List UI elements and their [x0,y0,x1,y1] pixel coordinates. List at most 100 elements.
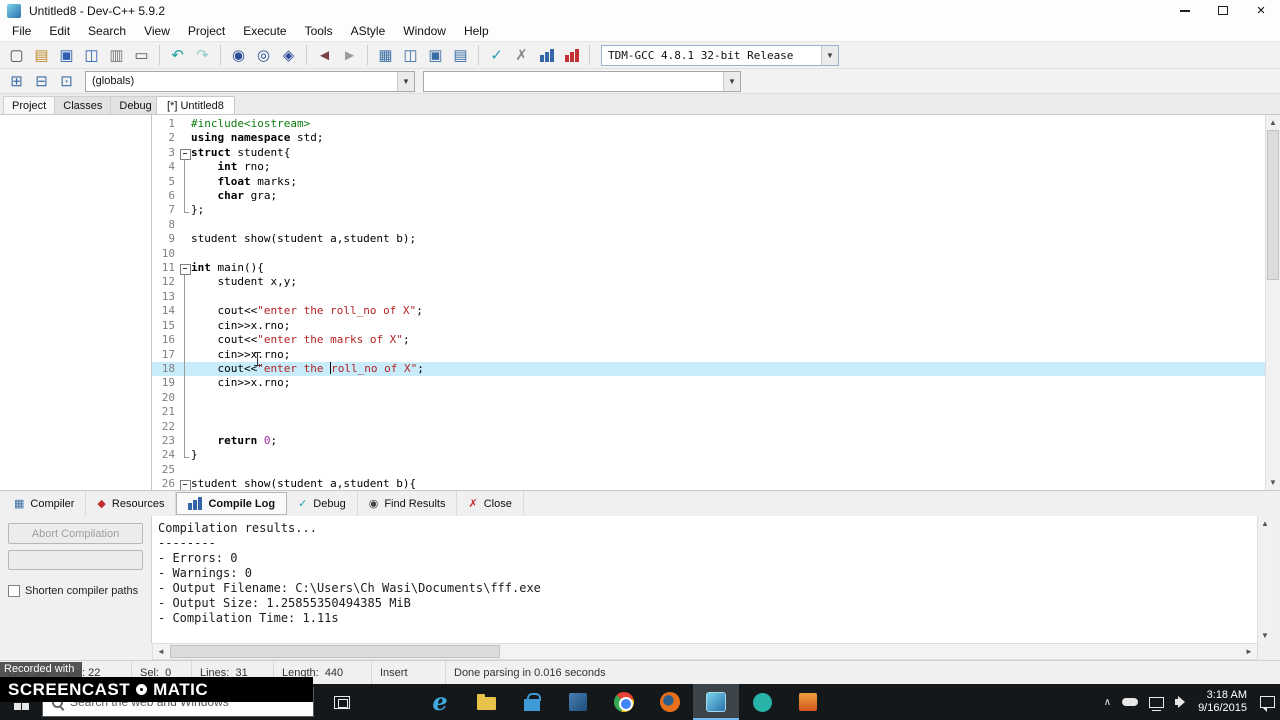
fold-toggle-icon[interactable] [178,261,191,276]
goto-bookmark-icon[interactable]: ⊡ [54,70,79,93]
code-editor[interactable]: 1 #include<iostream> 2 using namespace std;… [152,115,1265,490]
minimize-button[interactable] [1166,0,1204,21]
delete-profiling-icon[interactable] [559,44,584,67]
cloud-icon[interactable] [1122,698,1139,706]
shorten-paths-checkbox[interactable]: Shorten compiler paths [8,585,143,597]
taskbar-app-app-blue[interactable] [555,684,601,720]
save-all-icon[interactable]: ◫ [79,44,104,67]
open-icon[interactable]: ▤ [29,44,54,67]
taskbar-app-edge[interactable]: e [417,684,463,720]
find-icon[interactable]: ◉ [226,44,251,67]
bottom-tab-close[interactable]: ✗ Close [457,491,524,516]
code-line[interactable]: 23 return 0; [152,433,1265,449]
menu-edit[interactable]: Edit [40,22,79,40]
full-screen-icon[interactable]: ▣ [423,44,448,67]
taskbar-app-firefox[interactable] [647,684,693,720]
checkbox-icon[interactable] [8,585,20,597]
clean-icon[interactable]: ✗ [509,44,534,67]
code-line[interactable]: 18 cout<<"enter the roll_no of X"; [152,361,1265,377]
code-line[interactable]: 25 [152,463,1265,477]
bottom-tab-compile-log[interactable]: Compile Log [176,492,288,515]
menu-astyle[interactable]: AStyle [342,22,395,40]
profile-icon[interactable] [534,44,559,67]
goto-line-icon[interactable]: ◈ [276,44,301,67]
editor-scrollbar-thumb[interactable] [1267,130,1279,280]
code-line[interactable]: 7}; [152,203,1265,217]
task-view-button[interactable] [327,684,357,720]
taskbar-app-app-teal[interactable] [739,684,785,720]
code-line[interactable]: 13 [152,289,1265,305]
abort-compilation-button[interactable]: Abort Compilation [8,523,143,544]
code-line[interactable]: 9 student show(student a,student b); [152,232,1265,246]
code-line[interactable]: 11 int main(){ [152,261,1265,276]
code-line[interactable]: 14 cout<<"enter the roll_no of X"; [152,304,1265,320]
menu-file[interactable]: File [3,22,40,40]
taskbar-app-chrome[interactable] [601,684,647,720]
code-line[interactable]: 8 [152,218,1265,232]
bottom-tab-compiler[interactable]: ▦ Compiler [3,491,87,516]
window-list-icon[interactable]: ▤ [448,44,473,67]
code-line[interactable]: 20 [152,390,1265,406]
tab-classes[interactable]: Classes [54,96,112,114]
code-line[interactable]: 10 [152,247,1265,261]
scroll-down-icon[interactable]: ▼ [1258,628,1272,643]
bottom-tab-find-results[interactable]: ◉ Find Results [358,491,458,516]
code-line[interactable]: 15 cin>>x.rno; [152,318,1265,334]
code-line[interactable]: 21 [152,405,1265,420]
editor-scrollbar[interactable]: ▲ ▼ [1265,115,1280,490]
members-combobox[interactable]: ▼ [423,70,741,92]
network-icon[interactable] [1149,696,1165,711]
scroll-right-icon[interactable]: ► [1241,647,1257,656]
menu-help[interactable]: Help [455,22,498,40]
taskbar-app-dev-cpp[interactable] [693,684,739,720]
project-panel[interactable] [0,115,152,490]
menu-search[interactable]: Search [79,22,135,40]
compile-log[interactable]: Compilation results... -------- - Errors: … [152,516,1257,643]
menu-view[interactable]: View [135,22,179,40]
code-line[interactable]: 4 int rno; [152,160,1265,176]
code-line[interactable]: 16 cout<<"enter the marks of X"; [152,333,1265,348]
split-view-icon[interactable]: ◫ [398,44,423,67]
action-center-icon[interactable] [1260,696,1275,712]
replace-icon[interactable]: ◎ [251,44,276,67]
close-button[interactable]: × [1242,0,1280,21]
restore-button[interactable] [1204,0,1242,21]
code-line[interactable]: 6 char gra; [152,189,1265,204]
bottom-tab-debug[interactable]: ✓ Debug [287,491,358,516]
log-scrollbar[interactable]: ▲ ▼ [1257,516,1272,643]
taskbar-app-app-orange[interactable] [785,684,831,720]
scroll-up-icon[interactable]: ▲ [1266,115,1280,130]
taskbar-app-store[interactable] [509,684,555,720]
scroll-up-icon[interactable]: ▲ [1258,516,1272,531]
taskbar-clock[interactable]: 3:18 AM 9/16/2015 [1198,689,1247,715]
menu-project[interactable]: Project [179,22,234,40]
log-hscrollbar[interactable]: ◄ ► [152,643,1258,660]
scroll-left-icon[interactable]: ◄ [153,647,169,656]
menu-window[interactable]: Window [394,22,455,40]
chevron-down-icon[interactable]: ▼ [821,45,838,65]
code-line[interactable]: 26 student show(student a,student b){ [152,477,1265,490]
toggle-bookmark-icon[interactable]: ⊟ [29,70,54,93]
code-line[interactable]: 3 struct student{ [152,146,1265,161]
tab-untitled8[interactable]: [*] Untitled8 [156,96,235,114]
code-line[interactable]: 17 cin>>x.rno; [152,347,1265,363]
code-line[interactable]: 1 #include<iostream> [152,117,1265,131]
title-bar[interactable]: Untitled8 - Dev-C++ 5.9.2 × [0,0,1280,21]
new-file-icon[interactable]: ▢ [4,44,29,67]
project-grid-icon[interactable]: ▦ [373,44,398,67]
volume-icon[interactable] [1175,696,1187,708]
tab-project[interactable]: Project [3,96,56,114]
code-line[interactable]: 12 student x,y; [152,275,1265,291]
hscrollbar-thumb[interactable] [170,645,500,658]
redo-icon[interactable]: ↷ [190,44,215,67]
close-file-icon[interactable]: ▥ [104,44,129,67]
chevron-down-icon[interactable]: ▼ [397,71,414,91]
code-line[interactable]: 2 using namespace std; [152,131,1265,145]
bottom-tab-resources[interactable]: ◆ Resources [86,491,177,516]
forward-icon[interactable]: ► [337,44,362,67]
print-icon[interactable]: ▭ [129,44,154,67]
menu-tools[interactable]: Tools [296,22,342,40]
menu-execute[interactable]: Execute [234,22,295,40]
code-line[interactable]: 19 cin>>x.rno; [152,376,1265,392]
insert-icon[interactable]: ⊞ [4,70,29,93]
